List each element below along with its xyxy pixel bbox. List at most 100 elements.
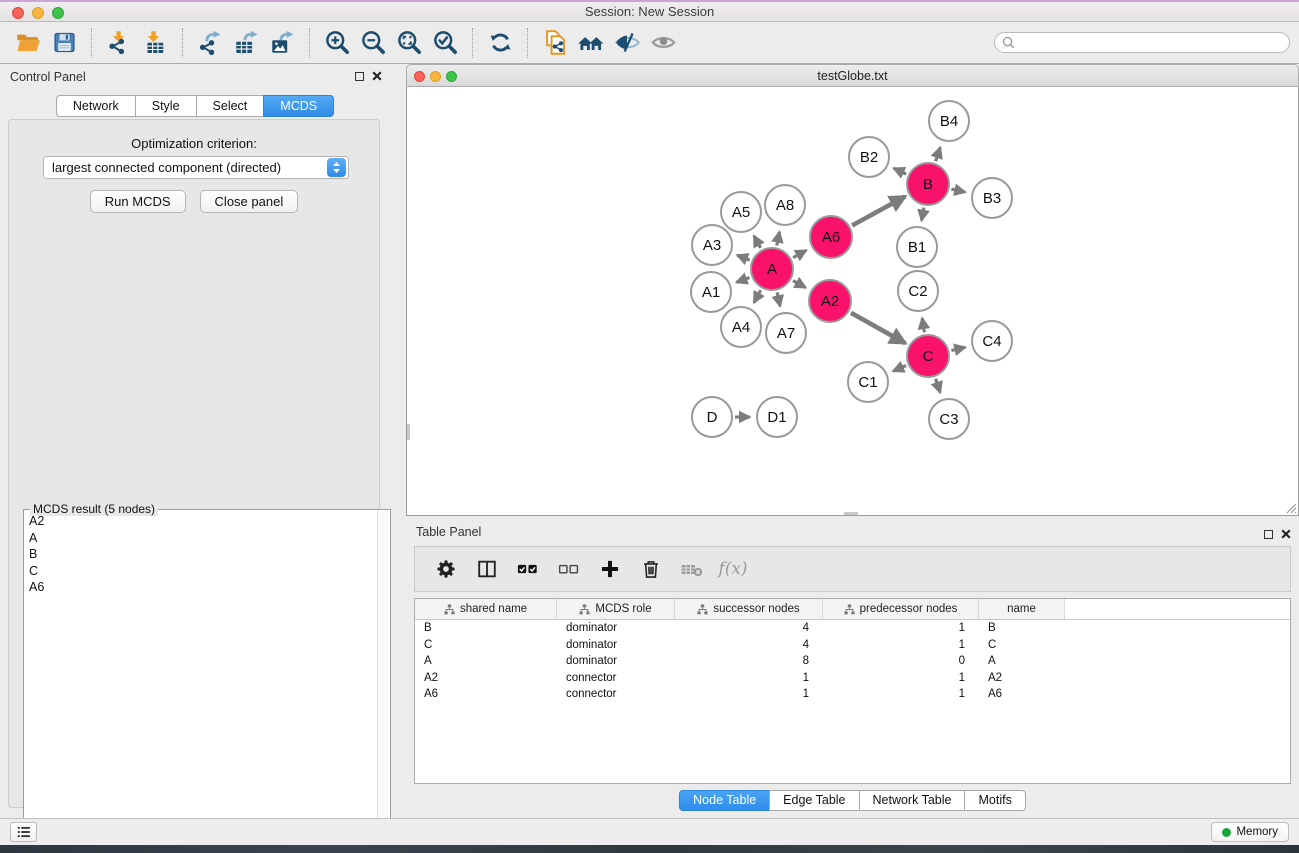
table-cell[interactable]: A2 <box>979 672 1065 684</box>
mcds-result-scrollbar[interactable] <box>377 511 389 853</box>
tab-network[interactable]: Network <box>56 95 136 117</box>
table-cell[interactable]: dominator <box>557 622 675 634</box>
edge-A-A6[interactable] <box>793 250 806 257</box>
result-item[interactable]: A6 <box>25 579 376 596</box>
table-cell[interactable]: dominator <box>557 639 675 651</box>
maximize-network-window-button[interactable] <box>446 71 457 82</box>
task-history-button[interactable] <box>10 822 37 842</box>
tab-style[interactable]: Style <box>135 95 197 117</box>
criterion-select[interactable]: largest connected component (directed) <box>43 156 349 179</box>
refresh-button[interactable] <box>482 24 518 62</box>
node-B2[interactable]: B2 <box>849 137 889 177</box>
node-D1[interactable]: D1 <box>757 397 797 437</box>
table-cell[interactable]: 1 <box>675 672 823 684</box>
edge-A2-C[interactable] <box>851 313 905 344</box>
column-header-MCDS-role[interactable]: MCDS role <box>557 599 675 619</box>
create-column-button[interactable] <box>597 556 623 582</box>
table-cell[interactable]: 8 <box>675 655 823 667</box>
node-C2[interactable]: C2 <box>898 271 938 311</box>
tab-motifs[interactable]: Motifs <box>964 790 1025 811</box>
network-graph[interactable]: AA1A2A3A4A5A6A7A8BB1B2B3B4CC1C2C3C4DD1 <box>407 87 1298 515</box>
table-cell[interactable]: connector <box>557 672 675 684</box>
zoom-in-button[interactable] <box>319 24 355 62</box>
close-panel-icon[interactable] <box>372 71 382 81</box>
window-controls[interactable] <box>12 7 64 19</box>
result-item[interactable]: C <box>25 563 376 580</box>
search-field[interactable] <box>994 32 1290 53</box>
edge-B-B1[interactable] <box>922 208 924 221</box>
zoom-selected-button[interactable] <box>427 24 463 62</box>
tab-node-table[interactable]: Node Table <box>679 790 770 811</box>
export-network-button[interactable] <box>192 24 228 62</box>
table-cell[interactable]: C <box>415 639 557 651</box>
node-A5[interactable]: A5 <box>721 192 761 232</box>
node-C1[interactable]: C1 <box>848 362 888 402</box>
node-A[interactable]: A <box>751 248 793 290</box>
edge-A6-B[interactable] <box>852 197 905 226</box>
deselect-all-rows-button[interactable] <box>556 556 582 582</box>
table-cell[interactable]: 0 <box>823 655 979 667</box>
table-cell[interactable]: 1 <box>823 688 979 700</box>
export-image-button[interactable] <box>264 24 300 62</box>
tab-select[interactable]: Select <box>196 95 265 117</box>
edge-B-B4[interactable] <box>936 148 941 162</box>
table-cell[interactable]: 1 <box>823 639 979 651</box>
memory-button[interactable]: Memory <box>1211 822 1289 842</box>
node-A2[interactable]: A2 <box>809 280 851 322</box>
zoom-out-button[interactable] <box>355 24 391 62</box>
node-table[interactable]: shared nameMCDS rolesuccessor nodesprede… <box>414 598 1291 784</box>
edge-B-B2[interactable] <box>894 168 906 174</box>
edge-C-C2[interactable] <box>922 318 924 332</box>
edge-A-A2[interactable] <box>793 281 806 288</box>
show-graphics-details-button[interactable] <box>645 24 681 62</box>
table-cell[interactable]: B <box>979 622 1065 634</box>
node-C[interactable]: C <box>907 335 949 377</box>
node-B1[interactable]: B1 <box>897 227 937 267</box>
table-cell[interactable]: A6 <box>979 688 1065 700</box>
table-cell[interactable]: dominator <box>557 655 675 667</box>
tab-mcds[interactable]: MCDS <box>263 95 334 117</box>
tab-network-table[interactable]: Network Table <box>859 790 966 811</box>
edge-A-A3[interactable] <box>737 255 750 260</box>
table-row[interactable]: Bdominator41B <box>415 620 1290 637</box>
table-cell[interactable]: 4 <box>675 639 823 651</box>
result-item[interactable]: A <box>25 530 376 547</box>
node-A6[interactable]: A6 <box>810 216 852 258</box>
table-cell[interactable]: B <box>415 622 557 634</box>
import-network-button[interactable] <box>101 24 137 62</box>
import-table-button[interactable] <box>137 24 173 62</box>
table-row[interactable]: Cdominator41C <box>415 637 1290 654</box>
float-panel-icon[interactable] <box>1264 530 1273 539</box>
hide-graphics-details-button[interactable] <box>609 24 645 62</box>
edge-C-C1[interactable] <box>893 366 906 372</box>
close-network-window-button[interactable] <box>414 71 425 82</box>
node-C3[interactable]: C3 <box>929 399 969 439</box>
close-window-button[interactable] <box>12 7 24 19</box>
node-A7[interactable]: A7 <box>766 313 806 353</box>
resize-grip-icon[interactable] <box>1283 500 1297 514</box>
node-C4[interactable]: C4 <box>972 321 1012 361</box>
node-B3[interactable]: B3 <box>972 178 1012 218</box>
minimize-window-button[interactable] <box>32 7 44 19</box>
edge-C-C3[interactable] <box>936 379 941 393</box>
edge-A-A4[interactable] <box>754 290 761 302</box>
edge-A-A7[interactable] <box>777 292 780 306</box>
close-panel-button[interactable]: Close panel <box>200 190 299 213</box>
table-row[interactable]: Adominator80A <box>415 653 1290 670</box>
select-all-rows-button[interactable] <box>515 556 541 582</box>
table-cell[interactable]: A <box>415 655 557 667</box>
table-cell[interactable]: A6 <box>415 688 557 700</box>
delete-column-button[interactable] <box>638 556 664 582</box>
clone-network-button[interactable] <box>537 24 573 62</box>
edge-A-A8[interactable] <box>777 232 780 246</box>
table-row[interactable]: A6connector11A6 <box>415 686 1290 703</box>
edge-C-C4[interactable] <box>951 347 965 350</box>
network-canvas[interactable]: AA1A2A3A4A5A6A7A8BB1B2B3B4CC1C2C3C4DD1 <box>406 87 1299 516</box>
table-cell[interactable]: 1 <box>675 688 823 700</box>
column-header-predecessor-nodes[interactable]: predecessor nodes <box>823 599 979 619</box>
mcds-result-list[interactable]: A2ABCA6 <box>25 513 376 853</box>
float-panel-icon[interactable] <box>355 72 364 81</box>
node-A3[interactable]: A3 <box>692 225 732 265</box>
table-cell[interactable]: connector <box>557 688 675 700</box>
table-cell[interactable]: 1 <box>823 622 979 634</box>
